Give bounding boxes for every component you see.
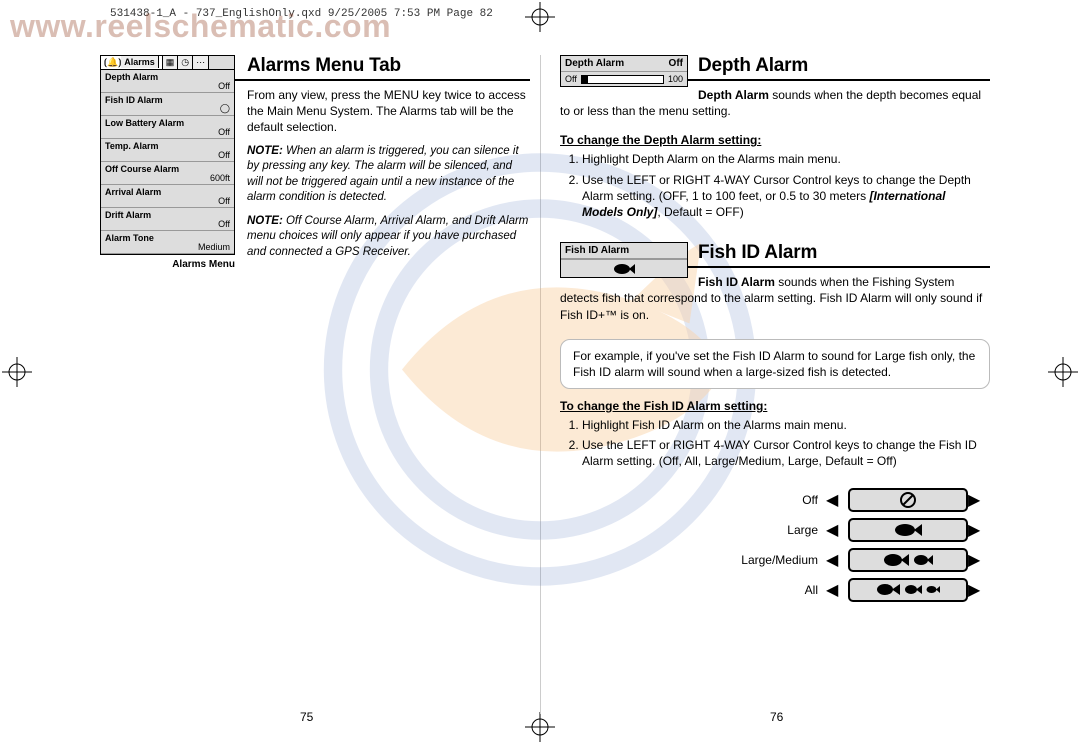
- right-arrow-icon: ▶: [968, 580, 990, 600]
- fish-id-steps: Highlight Fish ID Alarm on the Alarms ma…: [560, 417, 990, 470]
- left-arrow-icon: ◀: [826, 550, 848, 570]
- crop-mark-top: [525, 2, 555, 32]
- left-arrow-icon: ◀: [826, 520, 848, 540]
- list-item: Highlight Depth Alarm on the Alarms main…: [582, 151, 990, 167]
- alarm-row: Off Course Alarm600ft: [101, 162, 234, 185]
- alarms-tab-icon: ⋯: [193, 56, 209, 69]
- left-arrow-icon: ◀: [826, 580, 848, 600]
- alarms-menu-box: ⟮🔔⟯Alarms ▦ ◷ ⋯ Depth AlarmOff Fish ID A…: [100, 55, 235, 255]
- fish-large-icon: [894, 523, 922, 537]
- fish-id-setting-box: Fish ID Alarm: [560, 242, 688, 278]
- fish-icon: [613, 263, 635, 275]
- fish-id-options-grid: Off ◀ ▶ Large ◀ ▶ Large/Medium ◀ ▶ All ◀…: [560, 488, 990, 602]
- page-right: Depth AlarmOff Off100 Depth Alarm Depth …: [560, 55, 990, 602]
- page-number-right: 76: [770, 710, 783, 724]
- crop-mark-left: [2, 357, 32, 387]
- left-arrow-icon: ◀: [826, 490, 848, 510]
- fish-option-off-box: [848, 488, 968, 512]
- depth-alarm-desc: Depth Alarm sounds when the depth become…: [560, 87, 990, 119]
- fish-medium-icon: [913, 554, 933, 566]
- alarms-tab-icon: ▦: [163, 56, 179, 69]
- depth-alarm-steps: Highlight Depth Alarm on the Alarms main…: [560, 151, 990, 220]
- alarm-row: Low Battery AlarmOff: [101, 116, 234, 139]
- alarm-row: Depth AlarmOff: [101, 70, 234, 93]
- fish-id-example-callout: For example, if you've set the Fish ID A…: [560, 339, 990, 389]
- fish-option-large-label: Large: [731, 523, 826, 537]
- crop-mark-bottom: [525, 712, 555, 742]
- page-left: ⟮🔔⟯Alarms ▦ ◷ ⋯ Depth AlarmOff Fish ID A…: [100, 55, 530, 274]
- page-number-left: 75: [300, 710, 313, 724]
- depth-alarm-setting-box: Depth AlarmOff Off100: [560, 55, 688, 87]
- fish-medium-icon: [904, 584, 922, 595]
- fish-option-largemed-box: [848, 548, 968, 572]
- fish-option-all-box: [848, 578, 968, 602]
- alarm-row: Alarm ToneMedium: [101, 231, 234, 254]
- alarms-menu-figure: ⟮🔔⟯Alarms ▦ ◷ ⋯ Depth AlarmOff Fish ID A…: [100, 55, 235, 270]
- fish-option-all-label: All: [731, 583, 826, 597]
- fish-option-large-box: [848, 518, 968, 542]
- fish-large-icon: [883, 553, 909, 567]
- alarms-menu-caption: Alarms Menu: [100, 259, 235, 270]
- circle-slash-icon: [899, 491, 917, 509]
- list-item: Use the LEFT or RIGHT 4-WAY Cursor Contr…: [582, 437, 990, 469]
- fish-id-subhead: To change the Fish ID Alarm setting:: [560, 399, 990, 413]
- depth-alarm-slider: [581, 75, 664, 84]
- alarm-row: Temp. AlarmOff: [101, 139, 234, 162]
- alarm-row: Drift AlarmOff: [101, 208, 234, 231]
- list-item: Use the LEFT or RIGHT 4-WAY Cursor Contr…: [582, 172, 990, 221]
- list-item: Highlight Fish ID Alarm on the Alarms ma…: [582, 417, 990, 433]
- right-arrow-icon: ▶: [968, 550, 990, 570]
- alarm-row: Fish ID Alarm◯: [101, 93, 234, 116]
- fish-large-icon: [876, 583, 900, 596]
- fish-option-off-label: Off: [731, 493, 826, 507]
- crop-mark-right: [1048, 357, 1078, 387]
- right-arrow-icon: ▶: [968, 490, 990, 510]
- alarm-row: Arrival AlarmOff: [101, 185, 234, 208]
- print-marks-header: 531438-1_A - 737_EnglishOnly.qxd 9/25/20…: [110, 8, 493, 20]
- alarms-tab-icon: ◷: [178, 56, 193, 69]
- depth-alarm-subhead: To change the Depth Alarm setting:: [560, 133, 990, 147]
- fish-small-icon: [926, 585, 940, 594]
- fish-id-desc: Fish ID Alarm sounds when the Fishing Sy…: [560, 274, 990, 323]
- right-arrow-icon: ▶: [968, 520, 990, 540]
- alarms-tab-active: ⟮🔔⟯Alarms: [101, 56, 163, 69]
- fish-option-largemed-label: Large/Medium: [731, 553, 826, 567]
